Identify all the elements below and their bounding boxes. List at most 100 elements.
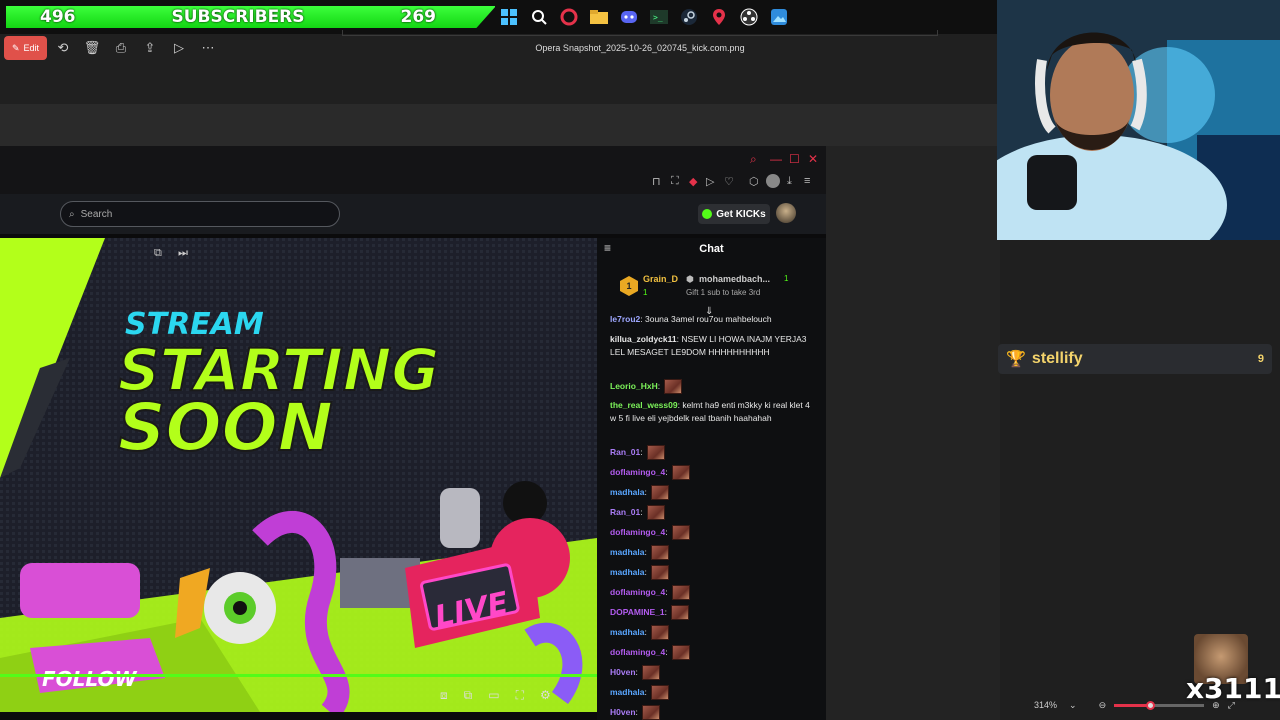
video-progress-bar[interactable] bbox=[0, 674, 597, 677]
chat-emote bbox=[651, 625, 670, 640]
pin-icon[interactable]: ⊓ bbox=[652, 175, 661, 188]
chat-message: Ran_01: bbox=[610, 505, 810, 520]
chat-message: doflamingo_4: bbox=[610, 465, 810, 480]
chat-username[interactable]: madhala bbox=[610, 687, 645, 697]
search-icon[interactable] bbox=[529, 7, 549, 27]
theater-icon[interactable]: ⧉ bbox=[464, 688, 473, 708]
settings-icon[interactable]: ⚙ bbox=[540, 688, 551, 708]
windows-start-icon[interactable] bbox=[499, 7, 519, 27]
gift-leaderboard: 1 Grain_D 1 ⬢ mohamedbach... 1 Gift 1 su… bbox=[614, 270, 814, 304]
chat-username[interactable]: madhala bbox=[610, 627, 645, 637]
chat-username[interactable]: killua_zoldyck11 bbox=[610, 334, 677, 344]
chat-emote bbox=[672, 465, 690, 480]
clip-icon[interactable]: ⧈ bbox=[440, 688, 448, 708]
sub-count-left: 496 bbox=[40, 7, 76, 27]
chat-username[interactable]: Ran_01 bbox=[610, 447, 640, 457]
folder-icon[interactable] bbox=[589, 7, 609, 27]
terminal-icon[interactable]: >_ bbox=[649, 7, 669, 27]
skip-icon[interactable]: ⏭ bbox=[178, 247, 188, 260]
chat-message: DOPAMINE_1: bbox=[610, 605, 810, 620]
chat-username[interactable]: doflamingo_4 bbox=[610, 467, 665, 477]
chat-username[interactable]: Ran_01 bbox=[610, 507, 640, 517]
fit-window-icon[interactable]: ⤢ bbox=[1228, 700, 1235, 711]
zoom-in-icon[interactable]: ⊕ bbox=[1212, 700, 1220, 711]
chat-username[interactable]: H0ven bbox=[610, 667, 636, 677]
chat-emote bbox=[672, 585, 690, 600]
obs-icon[interactable] bbox=[739, 7, 759, 27]
edit-button[interactable]: ✎ Edit bbox=[4, 36, 47, 60]
chat-separator: : bbox=[664, 606, 670, 617]
zoom-out-icon[interactable]: ⊖ bbox=[1099, 700, 1107, 711]
chat-separator: : bbox=[657, 380, 663, 391]
leader-count-1: 1 bbox=[643, 288, 648, 297]
steam-icon[interactable] bbox=[679, 7, 699, 27]
chat-username[interactable]: madhala bbox=[610, 547, 645, 557]
chat-separator: : bbox=[665, 586, 670, 597]
chat-username[interactable]: H0ven bbox=[610, 707, 636, 717]
maximize-icon[interactable]: ☐ bbox=[789, 152, 800, 166]
chat-username[interactable]: madhala bbox=[610, 567, 645, 577]
share-icon[interactable]: ⇪ bbox=[142, 40, 158, 56]
chat-separator: : bbox=[665, 466, 670, 477]
chat-username[interactable]: the_real_wess09 bbox=[610, 400, 678, 410]
shield-icon[interactable]: ◆ bbox=[689, 175, 697, 188]
chat-username[interactable]: doflamingo_4 bbox=[610, 527, 665, 537]
zoom-dropdown-icon[interactable]: ⌄ bbox=[1069, 700, 1077, 711]
more-options-icon[interactable]: ⋯ bbox=[200, 40, 216, 56]
leader-name-2[interactable]: mohamedbach... bbox=[699, 274, 770, 284]
chat-username[interactable]: Leorio_HxH bbox=[610, 381, 658, 391]
heart-icon[interactable]: ♡ bbox=[724, 175, 734, 188]
chat-title: Chat bbox=[699, 243, 724, 255]
chat-username[interactable]: doflamingo_4 bbox=[610, 647, 665, 657]
discord-icon[interactable] bbox=[619, 7, 639, 27]
subscriber-bar: 496 SUBSCRIBERS 269 bbox=[0, 0, 496, 34]
photos-icon[interactable] bbox=[769, 7, 789, 27]
browser-search-icon[interactable]: ⌕ bbox=[750, 152, 757, 167]
search-input[interactable]: ⌕ Search bbox=[60, 201, 340, 227]
chat-username[interactable]: madhala bbox=[610, 487, 645, 497]
download-icon[interactable]: ⤓ bbox=[787, 175, 792, 188]
minimize-icon[interactable]: — bbox=[770, 152, 782, 166]
streamer-webcam bbox=[997, 0, 1280, 240]
chat-username[interactable]: DOPAMINE_1 bbox=[610, 607, 665, 617]
opera-icon[interactable] bbox=[559, 7, 579, 27]
menu-icon[interactable]: ≡ bbox=[804, 175, 810, 187]
zoom-level[interactable]: 314% bbox=[1030, 698, 1061, 712]
chat-emote bbox=[646, 505, 665, 520]
profile-icon[interactable] bbox=[766, 174, 780, 188]
user-avatar[interactable] bbox=[776, 203, 796, 223]
video-player[interactable]: STREAM STARTING SOON LIVE FOLLOW bbox=[0, 238, 597, 712]
chat-message: le7rou2: 3ouna 3amel rou7ou mahbelouch bbox=[610, 313, 810, 326]
sub-label: SUBSCRIBERS bbox=[171, 7, 305, 27]
chat-username[interactable]: le7rou2 bbox=[610, 314, 640, 324]
viewer-canvas bbox=[826, 146, 1000, 720]
chat-separator: : bbox=[665, 646, 670, 657]
browser-toolbar bbox=[0, 172, 826, 194]
search-icon: ⌕ bbox=[69, 208, 75, 220]
zoom-slider-thumb[interactable] bbox=[1146, 700, 1156, 710]
get-kicks-button[interactable]: Get KICKs bbox=[698, 204, 770, 224]
fullscreen-icon[interactable]: ⛶ bbox=[516, 688, 524, 708]
chat-message: madhala: bbox=[610, 545, 810, 560]
location-icon[interactable] bbox=[709, 7, 729, 27]
zoom-slider[interactable] bbox=[1114, 700, 1205, 710]
leader-name-1[interactable]: Grain_D bbox=[643, 274, 678, 284]
kick-coin-icon bbox=[702, 209, 713, 219]
chat-separator: : bbox=[640, 446, 645, 457]
slideshow-icon[interactable]: ▷ bbox=[171, 40, 187, 56]
chat-emote bbox=[646, 445, 665, 460]
rotate-icon[interactable]: ⟲ bbox=[55, 40, 71, 56]
miniplayer-icon[interactable]: ▭ bbox=[488, 688, 499, 708]
play-icon[interactable]: ▷ bbox=[706, 175, 714, 188]
snapshot-icon[interactable]: ⛶ bbox=[671, 175, 679, 188]
close-icon[interactable]: ✕ bbox=[808, 152, 818, 166]
chat-username[interactable]: doflamingo_4 bbox=[610, 587, 665, 597]
pip-icon[interactable]: ⧉ bbox=[154, 247, 162, 260]
chat-separator: : bbox=[644, 686, 650, 697]
extensions-icon[interactable]: ⬡ bbox=[749, 175, 759, 188]
chat-message: madhala: bbox=[610, 625, 810, 640]
top-gifter-banner: 🏆 stellify 9 bbox=[998, 344, 1272, 374]
print-icon[interactable]: ⎙ bbox=[113, 40, 129, 56]
delete-icon[interactable]: 🗑 bbox=[84, 40, 101, 56]
search-placeholder: Search bbox=[80, 208, 113, 220]
